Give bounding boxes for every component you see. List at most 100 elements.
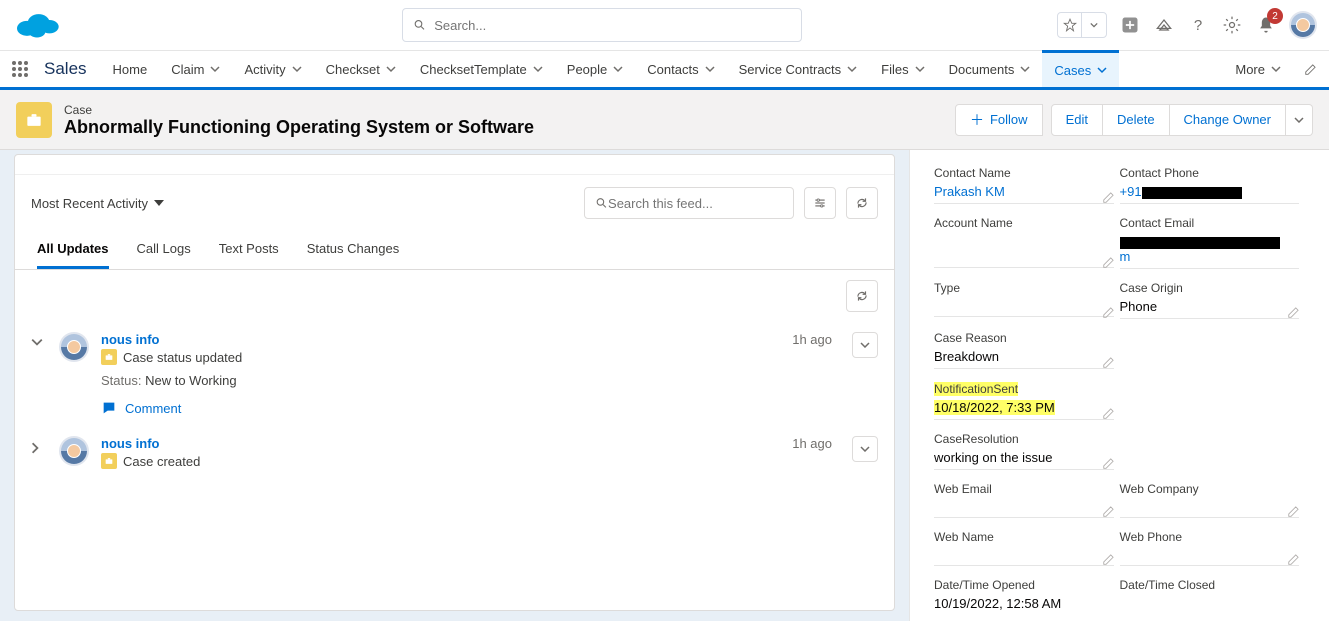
contact-phone-link[interactable]: +91 (1120, 184, 1300, 204)
datetime-opened-value: 10/19/2022, 12:58 AM (934, 596, 1114, 615)
feed-user-link[interactable]: nous info (101, 332, 160, 347)
contact-name-link[interactable]: Prakash KM (934, 184, 1114, 204)
field-label: Account Name (934, 216, 1114, 230)
nav-activity[interactable]: Activity (232, 51, 313, 87)
user-avatar[interactable] (1289, 11, 1317, 39)
chevron-down-icon (533, 62, 543, 77)
record-header: Case Abnormally Functioning Operating Sy… (0, 90, 1329, 150)
feed-tabs: All Updates Call Logs Text Posts Status … (15, 231, 894, 270)
feed-headline: Case created (123, 454, 200, 469)
nav-files[interactable]: Files (869, 51, 936, 87)
edit-icon[interactable] (1102, 305, 1116, 319)
global-search-input[interactable] (434, 18, 791, 33)
edit-icon[interactable] (1102, 406, 1116, 420)
add-button[interactable] (1119, 14, 1141, 36)
feed-list-refresh-button[interactable] (846, 280, 878, 312)
chevron-down-icon (860, 342, 870, 348)
feed-search-input[interactable] (608, 196, 783, 211)
field-label: Date/Time Closed (1120, 578, 1300, 592)
salesforce-logo (12, 8, 62, 42)
expand-icon[interactable] (31, 436, 47, 469)
feed-item: nous info Case created 1h ago (31, 426, 878, 479)
field-label: CaseResolution (934, 432, 1114, 446)
notifications-button[interactable]: 2 (1255, 14, 1277, 36)
favorites-button[interactable] (1057, 12, 1107, 38)
more-actions-button[interactable] (1286, 104, 1313, 136)
nav-bar: Sales Home Claim Activity Checkset Check… (0, 50, 1329, 90)
feed-user-avatar (59, 332, 89, 362)
chevron-down-icon (1082, 13, 1106, 37)
feed-search[interactable] (584, 187, 794, 219)
tab-call-logs[interactable]: Call Logs (137, 231, 191, 269)
edit-icon[interactable] (1102, 355, 1116, 369)
salesforce-help-icon[interactable] (1153, 14, 1175, 36)
feed-time: 1h ago (792, 332, 832, 416)
field-label: Contact Email (1120, 216, 1300, 230)
case-icon (16, 102, 52, 138)
record-type-label: Case (64, 103, 92, 117)
comment-button[interactable]: Comment (101, 400, 780, 416)
tab-text-posts[interactable]: Text Posts (219, 231, 279, 269)
chevron-down-icon (705, 62, 715, 77)
nav-checksettemplate[interactable]: ChecksetTemplate (408, 51, 555, 87)
account-name-value (934, 234, 1114, 268)
nav-service-contracts[interactable]: Service Contracts (727, 51, 870, 87)
feed-item-menu[interactable] (852, 332, 878, 358)
nav-people[interactable]: People (555, 51, 635, 87)
nav-more[interactable]: More (1223, 51, 1293, 87)
redacted-text (1142, 187, 1242, 199)
nav-checkset[interactable]: Checkset (314, 51, 408, 87)
nav-home[interactable]: Home (101, 51, 160, 87)
global-search[interactable] (402, 8, 802, 42)
nav-cases[interactable]: Cases (1042, 50, 1119, 87)
edit-button[interactable]: Edit (1051, 104, 1103, 136)
tab-status-changes[interactable]: Status Changes (307, 231, 400, 269)
tab-all-updates[interactable]: All Updates (37, 231, 109, 269)
edit-icon[interactable] (1102, 255, 1116, 269)
feed-sort-button[interactable]: Most Recent Activity (31, 196, 164, 211)
datetime-closed-value (1120, 596, 1300, 614)
feed-user-link[interactable]: nous info (101, 436, 160, 451)
follow-button[interactable]: ＋Follow (955, 104, 1043, 136)
record-title: Abnormally Functioning Operating System … (64, 117, 534, 138)
edit-icon[interactable] (1102, 504, 1116, 518)
edit-icon[interactable] (1287, 552, 1301, 566)
edit-icon[interactable] (1287, 305, 1301, 319)
field-label: Type (934, 281, 1114, 295)
chevron-down-icon (1294, 117, 1304, 123)
app-launcher-icon[interactable] (0, 51, 40, 87)
notification-count: 2 (1267, 8, 1283, 24)
contact-email-link[interactable]: m (1120, 234, 1300, 269)
global-header: ? 2 (0, 0, 1329, 50)
setup-gear-icon[interactable] (1221, 14, 1243, 36)
svg-text:?: ? (1194, 17, 1202, 34)
field-label: NotificationSent (934, 382, 1018, 396)
edit-icon[interactable] (1287, 504, 1301, 518)
edit-icon[interactable] (1102, 456, 1116, 470)
delete-button[interactable]: Delete (1103, 104, 1170, 136)
collapse-icon[interactable] (31, 332, 47, 416)
case-icon (101, 453, 117, 469)
nav-claim[interactable]: Claim (159, 51, 232, 87)
feed-filter-button[interactable] (804, 187, 836, 219)
edit-nav-icon[interactable] (1293, 51, 1329, 87)
edit-icon[interactable] (1102, 552, 1116, 566)
chevron-down-icon (386, 62, 396, 77)
help-icon[interactable]: ? (1187, 14, 1209, 36)
chevron-down-icon (210, 62, 220, 77)
feed-user-avatar (59, 436, 89, 466)
feed-refresh-button[interactable] (846, 187, 878, 219)
app-name: Sales (40, 51, 101, 87)
change-owner-button[interactable]: Change Owner (1170, 104, 1286, 136)
case-resolution-value: working on the issue (934, 450, 1114, 470)
chevron-down-icon (154, 200, 164, 206)
nav-contacts[interactable]: Contacts (635, 51, 726, 87)
comment-icon (101, 400, 117, 416)
feed-item-menu[interactable] (852, 436, 878, 462)
feed-card: Most Recent Activity All Updates Call Lo… (14, 154, 895, 611)
edit-icon[interactable] (1102, 190, 1116, 204)
nav-documents[interactable]: Documents (937, 51, 1043, 87)
case-origin-value: Phone (1120, 299, 1300, 319)
chevron-down-icon (847, 62, 857, 77)
redacted-text (1120, 237, 1280, 249)
